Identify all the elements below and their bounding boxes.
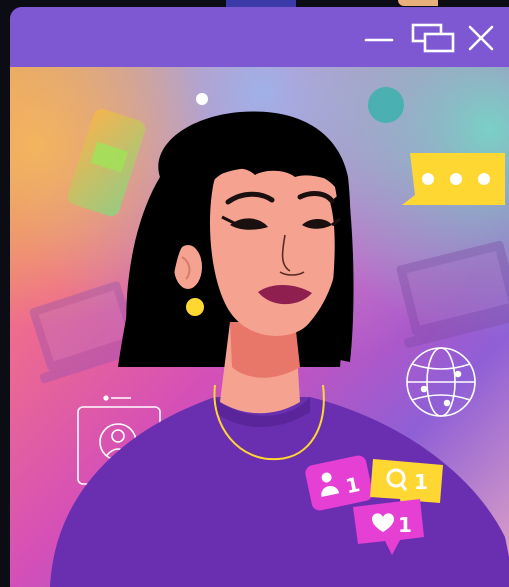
comments-count: 1 [414,470,428,494]
app-window: 1 1 1 [10,7,509,587]
minimize-icon [364,38,394,42]
background-decoration-accent [398,0,438,6]
minimize-button[interactable] [362,21,396,55]
illustration-area: 1 1 1 [10,67,509,587]
influencer-illustration: 1 1 1 [10,67,509,587]
title-bar [10,7,509,67]
close-icon [468,25,494,51]
decorative-dot [196,93,208,105]
earring [186,298,204,316]
close-button[interactable] [464,21,498,55]
restore-icon [411,23,455,53]
restore-button[interactable] [410,21,456,55]
decorative-circle [368,87,404,123]
likes-count: 1 [398,513,412,537]
